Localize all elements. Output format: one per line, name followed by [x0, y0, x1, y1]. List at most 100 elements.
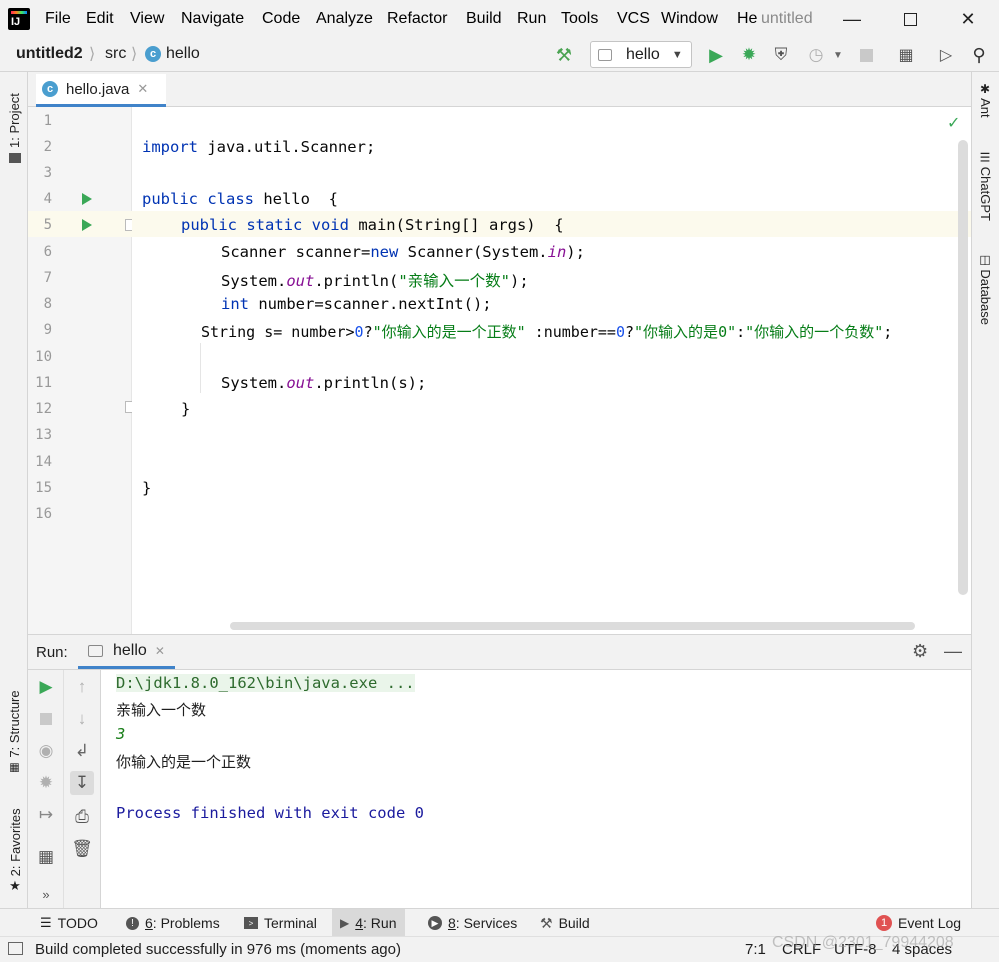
- menu-code[interactable]: Code: [262, 10, 300, 28]
- menu-tools[interactable]: Tools: [561, 10, 598, 28]
- left-tool-stripe: 1: Project ▦ 7: Structure ★ 2: Favorites: [0, 72, 28, 908]
- run-class-gutter-icon[interactable]: [82, 193, 92, 205]
- gear-icon[interactable]: ⚙: [912, 641, 928, 662]
- code-line-4: public class hello {: [142, 190, 338, 208]
- structure-icon: ▦: [9, 761, 20, 774]
- run-icon[interactable]: ▶: [705, 44, 727, 66]
- run-tab-label: hello: [113, 641, 147, 659]
- terminal-icon: >: [244, 917, 258, 929]
- run-main-gutter-icon[interactable]: [82, 219, 92, 231]
- editor-tab-bar: c hello.java ✕: [28, 72, 971, 107]
- profile-icon[interactable]: ◷: [805, 44, 827, 66]
- code-line-5: public static void main(String[] args) {: [181, 216, 564, 234]
- event-log-badge: 1: [876, 915, 892, 931]
- layout-icon[interactable]: ▦: [34, 845, 58, 869]
- line-number: 15: [35, 480, 52, 496]
- tool-windows-icon[interactable]: [8, 942, 23, 955]
- caret-position[interactable]: 7:1: [745, 941, 766, 958]
- settings-debug-icon[interactable]: ✹: [34, 771, 58, 795]
- stop-icon[interactable]: [855, 44, 877, 66]
- event-log-label: Event Log: [898, 915, 962, 931]
- project-tool-tab[interactable]: 1: Project: [7, 93, 22, 164]
- hammer-icon: ⚒: [540, 914, 553, 931]
- ant-tool-tab[interactable]: ✱ Ant: [978, 82, 993, 118]
- run-configuration-select[interactable]: hello ▼: [590, 41, 692, 68]
- editor-vertical-scrollbar[interactable]: [958, 140, 968, 595]
- project-structure-icon[interactable]: ▦: [895, 44, 917, 66]
- breadcrumb-project[interactable]: untitled2: [16, 45, 83, 63]
- close-tab-icon[interactable]: ✕: [155, 644, 165, 658]
- code-editor[interactable]: import java.util.Scanner; public class h…: [132, 107, 971, 634]
- tab-hello-java[interactable]: c hello.java ✕: [36, 74, 166, 107]
- search-icon[interactable]: ⚲: [968, 44, 990, 66]
- build-tool-button[interactable]: ⚒ Build: [532, 909, 598, 937]
- console-input-line: 3: [116, 725, 126, 743]
- menu-file[interactable]: File: [45, 10, 71, 28]
- run-console[interactable]: D:\jdk1.8.0_162\bin\java.exe ... 亲输入一个数 …: [101, 670, 971, 908]
- camera-icon[interactable]: ◉: [34, 739, 58, 763]
- database-tool-tab[interactable]: ◫ Database: [978, 253, 993, 325]
- run-tool-button[interactable]: ▶ 4: Run: [332, 909, 405, 937]
- exit-icon[interactable]: ↦: [34, 803, 58, 827]
- navigation-bar: untitled2 ⟩ src ⟩ c hello ⚒ hello ▼ ▶ ✹ …: [0, 38, 999, 72]
- soft-wrap-icon[interactable]: ↲: [70, 739, 94, 763]
- editor-horizontal-scrollbar[interactable]: [230, 622, 915, 630]
- menu-analyze[interactable]: Analyze: [316, 10, 373, 28]
- rerun-icon[interactable]: ▶: [34, 675, 58, 699]
- presentation-icon[interactable]: ▷: [935, 44, 957, 66]
- no-problems-check-icon[interactable]: ✓: [947, 113, 960, 133]
- coverage-icon[interactable]: ⛨: [770, 44, 792, 66]
- console-exit-line: Process finished with exit code 0: [116, 804, 424, 822]
- problems-tool-button[interactable]: ! 6: Problems: [118, 909, 228, 937]
- print-icon[interactable]: ⎙: [70, 805, 94, 829]
- menu-run[interactable]: Run: [517, 10, 546, 28]
- arrow-down-icon[interactable]: ↓: [70, 707, 94, 731]
- terminal-tool-button[interactable]: > Terminal: [236, 909, 325, 937]
- indent-guide: [200, 343, 201, 393]
- run-configuration-label: hello: [626, 45, 660, 63]
- line-number: 14: [35, 454, 52, 470]
- line-number: 8: [43, 296, 52, 312]
- hide-icon[interactable]: —: [944, 641, 962, 662]
- menu-bar: IJ File Edit View Navigate Code Analyze …: [0, 0, 999, 38]
- todo-tool-button[interactable]: ☰ TODO: [32, 909, 106, 937]
- problems-label: 6: Problems: [145, 915, 220, 931]
- more-icon[interactable]: »: [34, 882, 58, 906]
- favorites-tool-tab[interactable]: ★ 2: Favorites: [7, 808, 23, 894]
- scroll-to-end-icon[interactable]: ↧: [70, 771, 94, 795]
- stop-icon[interactable]: [34, 707, 58, 731]
- chevron-right-icon: ⟩: [89, 46, 96, 63]
- event-log-tool-button[interactable]: 1 Event Log: [868, 909, 969, 937]
- line-number: 10: [35, 349, 52, 365]
- minimize-icon[interactable]: —: [832, 6, 872, 32]
- menu-vcs[interactable]: VCS: [617, 10, 650, 28]
- chevron-down-icon[interactable]: ▼: [827, 44, 849, 66]
- tab-run-hello[interactable]: hello ✕: [78, 635, 175, 669]
- close-icon[interactable]: ✕: [948, 6, 988, 32]
- line-number: 3: [43, 165, 52, 181]
- menu-refactor[interactable]: Refactor: [387, 10, 447, 28]
- build-hammer-icon[interactable]: ⚒: [553, 44, 575, 66]
- close-tab-icon[interactable]: ✕: [137, 81, 148, 97]
- right-tool-stripe: ✱ Ant ☰ ChatGPT ◫ Database: [971, 72, 999, 908]
- chatgpt-icon: ☰: [980, 150, 991, 165]
- menu-edit[interactable]: Edit: [86, 10, 114, 28]
- maximize-icon[interactable]: [890, 6, 930, 32]
- menu-build[interactable]: Build: [466, 10, 502, 28]
- debug-icon[interactable]: ✹: [738, 44, 760, 66]
- trash-icon[interactable]: 🗑: [70, 837, 94, 861]
- menu-navigate[interactable]: Navigate: [181, 10, 244, 28]
- arrow-up-icon[interactable]: ↑: [70, 675, 94, 699]
- status-message[interactable]: Build completed successfully in 976 ms (…: [35, 941, 401, 958]
- breadcrumb-src[interactable]: src: [105, 45, 126, 63]
- services-label: 8: Services: [448, 915, 518, 931]
- star-icon: ★: [9, 878, 21, 894]
- breadcrumb-hello[interactable]: hello: [166, 45, 200, 63]
- services-tool-button[interactable]: ▶ 8: Services: [420, 909, 525, 937]
- menu-view[interactable]: View: [130, 10, 164, 28]
- menu-window[interactable]: Window: [661, 10, 718, 28]
- structure-tool-tab[interactable]: ▦ 7: Structure: [7, 690, 22, 774]
- run-icon: ▶: [340, 916, 350, 930]
- menu-help[interactable]: He: [737, 10, 757, 28]
- chatgpt-tool-tab[interactable]: ☰ ChatGPT: [978, 150, 993, 221]
